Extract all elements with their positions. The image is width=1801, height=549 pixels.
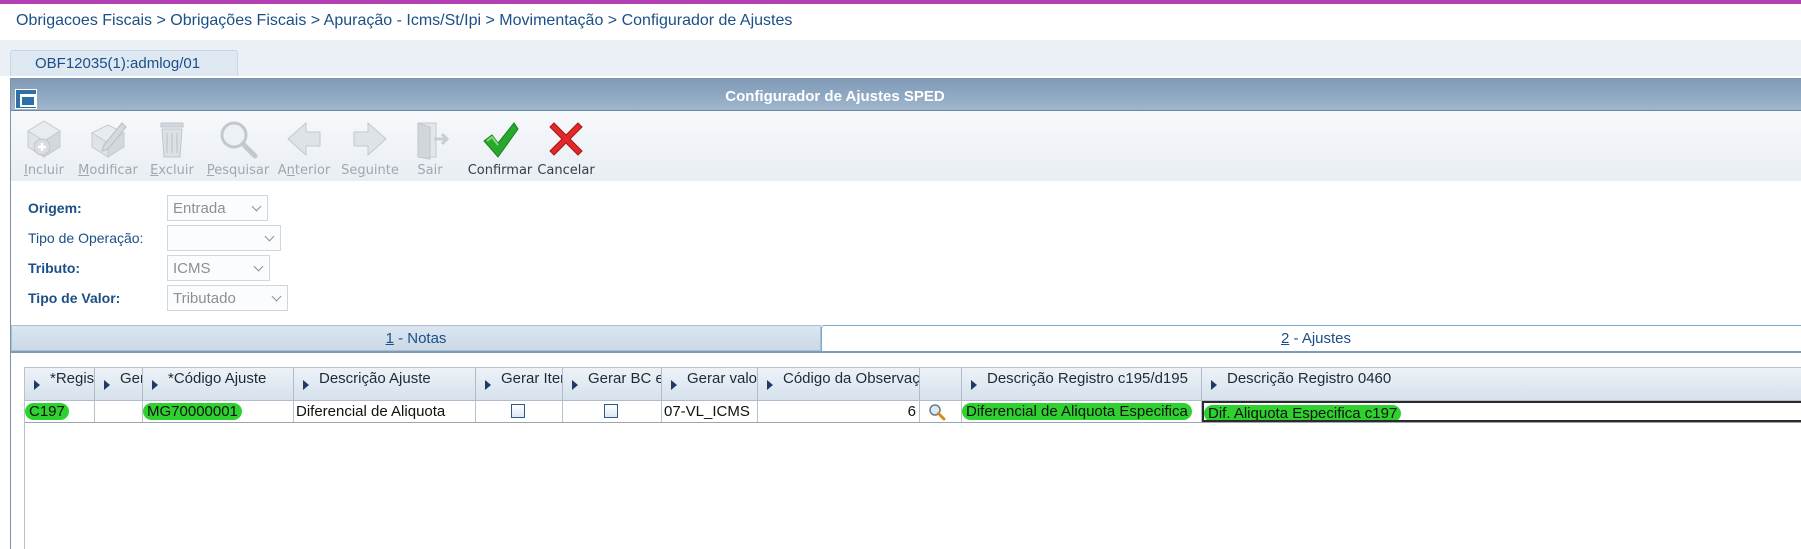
checkmark-icon [483, 122, 519, 158]
origem-label: Origem: [28, 200, 82, 216]
sort-arrow-icon [152, 380, 158, 390]
anterior-label: Anterior [277, 163, 331, 178]
session-tab-label: OBF12035(1):admlog/01 [35, 55, 201, 72]
arrow-left-icon [287, 121, 321, 157]
cell-descricao-ajuste[interactable]: Diferencial de Aliquota [294, 401, 476, 422]
seguinte-button[interactable]: Seguinte [337, 111, 403, 181]
cancelar-label: Cancelar [537, 163, 595, 178]
exit-door-icon [417, 122, 450, 160]
session-tabstrip: OBF12035(1):admlog/01 [0, 40, 1801, 76]
filter-form: Origem: Entrada Tipo de Operação: Tribut… [11, 181, 1801, 327]
column-header-gerar-itens[interactable]: Gerar Iten [476, 368, 563, 401]
program-window: Configurador de Ajustes SPED Incluir Mod… [10, 78, 1801, 549]
sort-arrow-icon [104, 380, 110, 390]
column-header-descricao-c195[interactable]: Descrição Registro c195/d195 [962, 368, 1202, 401]
tipo-operacao-select[interactable] [167, 225, 281, 251]
pesquisar-button[interactable]: Pesquisar [205, 111, 271, 181]
tipo-operacao-label: Tipo de Operação: [28, 230, 144, 246]
cell-codigo-ajuste[interactable]: MG70000001 [143, 401, 294, 422]
incluir-button[interactable]: Incluir [11, 111, 77, 181]
tab-notas[interactable]: 1 - Notas [11, 325, 821, 351]
incluir-label: Incluir [23, 163, 65, 178]
sort-arrow-icon [767, 380, 773, 390]
session-tab[interactable]: OBF12035(1):admlog/01 [10, 50, 238, 76]
tab-ajustes[interactable]: 2 - Ajustes [821, 325, 1801, 351]
column-header-registro[interactable]: *Regist [25, 368, 95, 401]
sair-button[interactable]: Sair [397, 111, 463, 181]
sair-label: Sair [417, 163, 443, 178]
gerar-itens-checkbox[interactable] [511, 404, 525, 418]
cell-descricao-c195[interactable]: Diferencial de Aliquota Especifica [962, 401, 1202, 422]
edit-icon [90, 122, 127, 158]
origem-select[interactable]: Entrada [167, 195, 268, 221]
cell-gerar-itens[interactable] [476, 401, 563, 422]
search-icon[interactable] [928, 403, 946, 421]
cell-lookup[interactable] [920, 401, 962, 422]
column-header-codigo-ajuste[interactable]: *Código Ajuste [143, 368, 294, 401]
breadcrumb[interactable]: Obrigacoes Fiscais > Obrigações Fiscais … [16, 12, 792, 30]
sort-arrow-icon [34, 380, 40, 390]
modificar-button[interactable]: Modificar [75, 111, 141, 181]
tributo-select[interactable]: ICMS [167, 255, 270, 281]
sort-arrow-icon [303, 380, 309, 390]
page-tabs: 1 - Notas 2 - Ajustes [11, 325, 1801, 351]
pesquisar-label: Pesquisar [206, 163, 270, 178]
cell-descricao-0460[interactable]: Dif. Aliquota Especifica c197 [1202, 401, 1801, 422]
seguinte-label: Seguinte [341, 163, 399, 178]
column-header-descricao-0460[interactable]: Descrição Registro 0460 [1202, 368, 1801, 401]
cancel-x-icon [549, 122, 583, 156]
cell-gerar-bc[interactable] [563, 401, 662, 422]
table-row[interactable]: C197 MG70000001 Diferencial de Aliquota … [25, 401, 1801, 423]
tributo-label: Tributo: [28, 260, 81, 276]
column-header-gerar-bc[interactable]: Gerar BC e [563, 368, 662, 401]
sort-arrow-icon [572, 380, 578, 390]
chevron-down-icon [251, 201, 262, 212]
column-header-gerar-valor[interactable]: Gerar valor [662, 368, 758, 401]
cancelar-button[interactable]: Cancelar [533, 111, 599, 181]
modificar-label: Modificar [78, 163, 138, 178]
sort-arrow-icon [1211, 380, 1217, 390]
tipo-valor-select[interactable]: Tributado [167, 285, 288, 311]
anterior-button[interactable]: Anterior [271, 111, 337, 181]
sort-arrow-icon [485, 380, 491, 390]
window-title: Configurador de Ajustes SPED [725, 88, 945, 105]
excluir-button[interactable]: Excluir [139, 111, 205, 181]
column-header-lookup[interactable] [920, 368, 962, 401]
chevron-down-icon [264, 231, 275, 242]
excluir-label: Excluir [150, 163, 194, 178]
confirmar-label: Confirmar [467, 163, 533, 178]
window-titlebar: Configurador de Ajustes SPED [11, 79, 1801, 111]
origem-value: Entrada [173, 200, 226, 217]
ajustes-panel: *Regist Ger *Código Ajuste Descrição Aju… [11, 351, 1801, 549]
chevron-down-icon [271, 291, 282, 302]
search-icon [220, 121, 258, 159]
grid-header: *Regist Ger *Código Ajuste Descrição Aju… [25, 368, 1801, 401]
cell-ger[interactable] [95, 401, 143, 422]
ajustes-grid: *Regist Ger *Código Ajuste Descrição Aju… [24, 367, 1801, 549]
tipo-valor-label: Tipo de Valor: [28, 290, 121, 306]
cell-registro[interactable]: C197 [25, 401, 95, 422]
cell-codigo-observacao[interactable]: 6 [758, 401, 920, 422]
tributo-value: ICMS [173, 260, 211, 277]
column-header-ger[interactable]: Ger [95, 368, 143, 401]
tipo-valor-value: Tributado [173, 290, 236, 307]
arrow-right-icon [353, 121, 387, 157]
cell-gerar-valor[interactable]: 07-VL_ICMS [662, 401, 758, 422]
add-document-icon [27, 120, 61, 158]
sort-arrow-icon [971, 380, 977, 390]
sort-arrow-icon [671, 380, 677, 390]
chevron-down-icon [253, 261, 264, 272]
confirmar-button[interactable]: Confirmar [467, 111, 533, 181]
breadcrumb-bar: Obrigacoes Fiscais > Obrigações Fiscais … [0, 4, 1801, 38]
gerar-bc-checkbox[interactable] [604, 404, 618, 418]
trash-icon [160, 122, 184, 158]
column-header-codigo-observacao[interactable]: Código da Observaçã [758, 368, 920, 401]
column-header-descricao-ajuste[interactable]: Descrição Ajuste [294, 368, 476, 401]
toolbar: Incluir Modificar Excluir Pesquisar Ante… [11, 111, 1801, 181]
